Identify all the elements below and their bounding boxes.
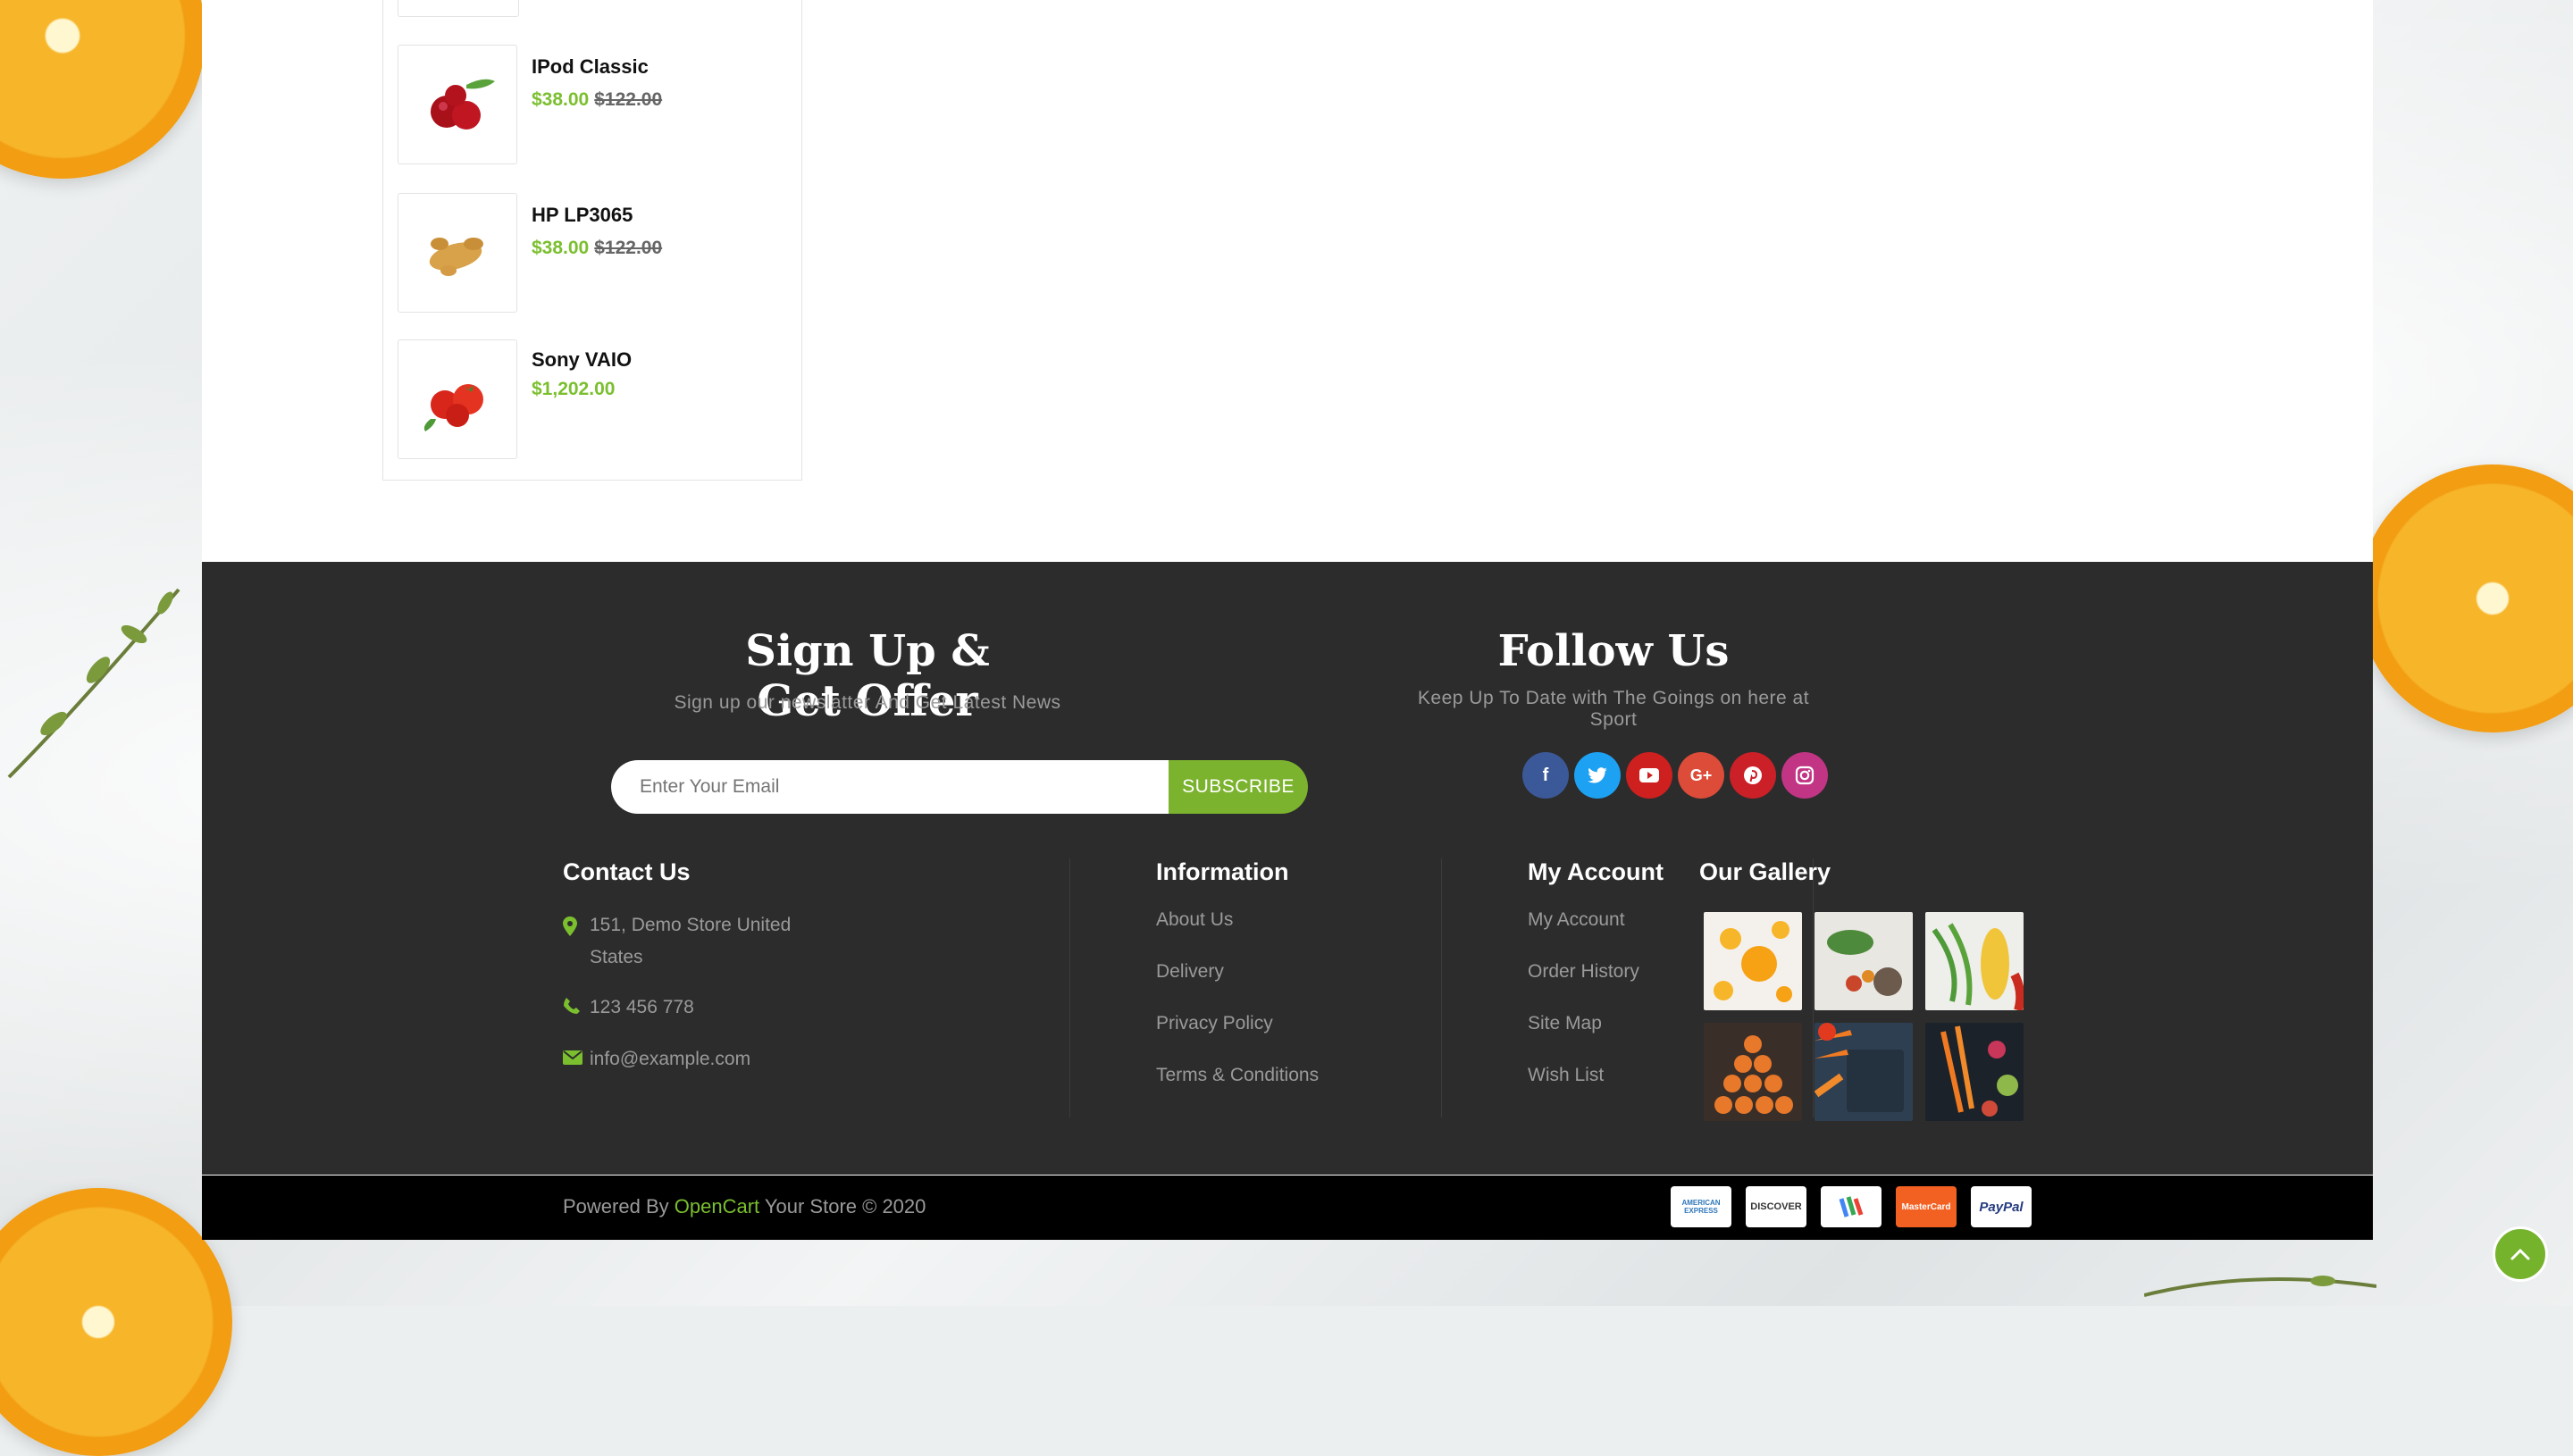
google-wallet-glyph — [1839, 1196, 1864, 1218]
mastercard-icon: MasterCard — [1896, 1186, 1957, 1227]
product-price: $38.00 $122.00 — [532, 238, 662, 259]
powered-prefix: Powered By — [563, 1195, 669, 1218]
envelope-icon — [563, 1043, 590, 1075]
youtube-icon[interactable] — [1626, 752, 1672, 799]
subscribe-button[interactable]: SUBSCRIBE — [1169, 760, 1308, 814]
footer-link-privacy-policy[interactable]: Privacy Policy — [1156, 1013, 1442, 1034]
product-price: $1,202.00 — [532, 379, 616, 399]
follow-subtitle: Keep Up To Date with The Goings on here … — [1417, 688, 1810, 730]
newsletter-subtitle: Sign up our newslatter And Get Latest Ne… — [674, 692, 1061, 713]
copyright-text: Powered By OpenCart Your Store © 2020 — [563, 1195, 926, 1218]
product-name[interactable]: HP LP3065 — [532, 204, 633, 227]
phone-icon — [563, 992, 590, 1025]
discover-label: DISCOVER — [1750, 1201, 1802, 1212]
price-old: $122.00 — [594, 89, 663, 110]
contact-phone: 123 456 778 — [563, 992, 1070, 1025]
paypal-icon: PayPal — [1971, 1186, 2032, 1227]
discover-icon: DISCOVER — [1746, 1186, 1806, 1227]
product-item-hp-lp3065[interactable]: HP LP3065 $38.00 $122.00 — [398, 193, 791, 313]
footer-link-about-us[interactable]: About Us — [1156, 909, 1442, 931]
phone-text[interactable]: 123 456 778 — [590, 992, 694, 1025]
gallery-grid — [1704, 912, 2034, 1121]
product-price: $38.00 $122.00 — [532, 89, 662, 111]
gallery-image-carrots-radish[interactable] — [1925, 1023, 2024, 1121]
product-item-sony-vaio[interactable]: Sony VAIO $1,202.00 — [398, 339, 791, 459]
footer-link-delivery[interactable]: Delivery — [1156, 961, 1442, 983]
contact-email: info@example.com — [563, 1043, 1070, 1075]
herb-decoration-left — [7, 588, 180, 779]
contact-column: Contact Us 151, Demo Store United States… — [563, 858, 1070, 1117]
information-column: Information About Us Delivery Privacy Po… — [1156, 858, 1442, 1117]
payment-methods: AMERICAN EXPRESS DISCOVER MasterCard Pay… — [1671, 1186, 2032, 1227]
email-text[interactable]: info@example.com — [590, 1043, 750, 1075]
contact-title: Contact Us — [563, 858, 691, 885]
google-wallet-icon — [1821, 1186, 1882, 1227]
information-title: Information — [1156, 858, 1289, 885]
map-pin-icon — [563, 909, 590, 974]
google-plus-icon[interactable]: G+ — [1678, 752, 1724, 799]
pinterest-icon[interactable] — [1730, 752, 1776, 799]
amex-icon: AMERICAN EXPRESS — [1671, 1186, 1731, 1227]
twitter-icon[interactable] — [1574, 752, 1621, 799]
amex-label: AMERICAN EXPRESS — [1681, 1199, 1721, 1215]
page-container: IPod Classic $38.00 $122.00 HP LP3065 $38… — [202, 0, 2373, 1240]
email-input[interactable] — [611, 760, 1169, 814]
column-divider — [1069, 858, 1070, 1117]
gallery-image-greens[interactable] — [1815, 912, 1913, 1010]
price-current: $38.00 — [532, 89, 590, 110]
product-name[interactable]: IPod Classic — [532, 55, 649, 79]
gallery-image-orange-slices[interactable] — [1704, 1023, 1802, 1121]
chevron-up-icon — [2510, 1248, 2530, 1260]
gallery-image-oranges[interactable] — [1704, 912, 1802, 1010]
copyright-suffix: Your Store © 2020 — [764, 1195, 926, 1218]
scroll-to-top-button[interactable] — [2493, 1226, 2548, 1282]
footer-link-terms-conditions[interactable]: Terms & Conditions — [1156, 1065, 1442, 1086]
mastercard-label: MasterCard — [1901, 1201, 1951, 1212]
newsletter-form: SUBSCRIBE — [611, 760, 1308, 814]
address-text: 151, Demo Store United States — [590, 915, 792, 967]
column-divider — [1441, 858, 1442, 1117]
facebook-icon[interactable]: f — [1522, 752, 1569, 799]
product-name[interactable]: Sony VAIO — [532, 348, 632, 372]
product-image-cherries[interactable] — [398, 45, 517, 164]
follow-title: Follow Us — [1497, 626, 1730, 676]
sidebar-product-list: IPod Classic $38.00 $122.00 HP LP3065 $38… — [382, 0, 802, 481]
price-old: $122.00 — [594, 238, 663, 258]
site-footer: Sign Up & Get Offer Sign up our newslatt… — [202, 562, 2373, 1175]
gallery-image-carrots-board[interactable] — [1815, 1023, 1913, 1121]
instagram-icon[interactable] — [1781, 752, 1828, 799]
social-links: f G+ — [1522, 752, 1828, 799]
herb-decoration-bottom-right — [2144, 1276, 2376, 1297]
gallery-title: Our Gallery — [1699, 858, 1831, 885]
product-image-ginger[interactable] — [398, 193, 517, 313]
contact-address: 151, Demo Store United States — [563, 909, 822, 974]
product-thumb-partial[interactable] — [398, 0, 519, 17]
gallery-image-beans-corn[interactable] — [1925, 912, 2024, 1010]
product-image-tomatoes[interactable] — [398, 339, 517, 459]
price-current: $38.00 — [532, 238, 590, 258]
bottom-bar: Powered By OpenCart Your Store © 2020 AM… — [202, 1176, 2373, 1240]
paypal-label: PayPal — [1979, 1199, 2024, 1215]
opencart-link[interactable]: OpenCart — [675, 1195, 759, 1218]
product-item-ipod-classic[interactable]: IPod Classic $38.00 $122.00 — [398, 45, 791, 164]
